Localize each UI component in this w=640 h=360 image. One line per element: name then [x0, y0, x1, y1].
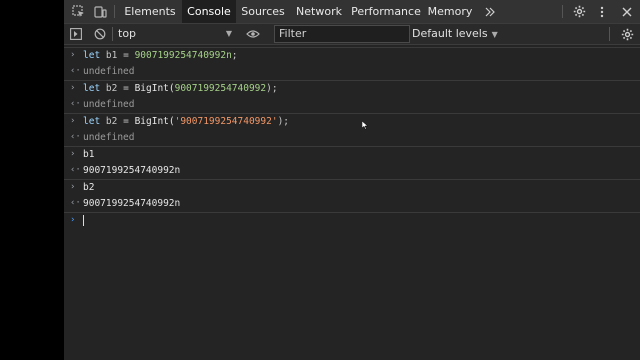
live-expression-eye-icon[interactable] [244, 24, 262, 44]
console-output-text: 9007199254740992n [83, 198, 181, 209]
chevron-double-right-icon[interactable] [482, 0, 498, 23]
string-literal: '9007199254740992' [174, 116, 278, 127]
return-arrow-icon: ‹· [70, 132, 81, 142]
log-levels-dropdown[interactable]: Default levels ▼ [412, 26, 498, 42]
toolbar-divider-right [609, 27, 610, 41]
punctuation: ; [231, 50, 238, 61]
chevron-right-icon: › [70, 149, 76, 159]
console-prompt-row[interactable]: › [64, 212, 640, 229]
tab-console[interactable]: Console [182, 0, 236, 23]
filter-input[interactable]: Filter [274, 25, 410, 43]
tabbar-divider [114, 5, 115, 18]
punctuation: ); [277, 116, 290, 127]
keyword: let [83, 83, 101, 94]
punctuation: ); [266, 83, 278, 94]
log-levels-label: Default levels [412, 27, 488, 40]
kebab-menu-icon[interactable] [594, 0, 610, 23]
keyword: let [83, 50, 101, 61]
toolbar-divider [112, 27, 113, 41]
operator: = [123, 116, 129, 127]
device-toolbar-icon[interactable] [90, 0, 110, 23]
console-input-text[interactable]: b1 [83, 148, 94, 162]
console-input-row: › let b1 = 9007199254740992n; [64, 47, 640, 64]
mouse-cursor-icon [362, 121, 368, 130]
variable: b2 [105, 83, 118, 94]
console-settings-gear-icon[interactable] [618, 24, 636, 44]
console-input-text[interactable]: b2 [83, 181, 94, 195]
console-output-row: ‹· 9007199254740992n [64, 163, 640, 179]
console-output-row: ‹· undefined [64, 64, 640, 80]
console-input-text[interactable]: let b2 = BigInt('9007199254740992'); [83, 115, 289, 129]
context-selector[interactable]: top ▼ [118, 26, 234, 42]
tab-network[interactable]: Network [292, 0, 346, 23]
console-input-text[interactable]: let b1 = 9007199254740992n; [83, 49, 238, 63]
number-literal: 9007199254740992 [174, 83, 267, 94]
return-arrow-icon: ‹· [70, 165, 81, 175]
console-input-row: › let b2 = BigInt('9007199254740992'); [64, 113, 640, 130]
dropdown-triangle-icon: ▼ [225, 29, 232, 38]
console-input-row: › b2 [64, 179, 640, 196]
variable: b2 [105, 116, 118, 127]
variable: b1 [105, 50, 118, 61]
settings-gear-icon[interactable] [570, 0, 588, 23]
sidebar-toggle-icon[interactable] [68, 24, 84, 44]
return-arrow-icon: ‹· [70, 99, 81, 109]
console-output-text: undefined [83, 99, 135, 110]
tab-elements[interactable]: Elements [120, 0, 180, 23]
chevron-right-icon: › [70, 116, 76, 126]
text-caret [83, 215, 84, 226]
devtools-tab-bar: Elements Console Sources Network Perform… [64, 0, 640, 24]
tab-performance[interactable]: Performance [351, 0, 421, 23]
tabbar-divider-right [562, 5, 563, 18]
function-call: BigInt( [134, 83, 175, 94]
console-output[interactable]: › let b1 = 9007199254740992n; ‹· undefin… [64, 45, 640, 360]
prompt-chevron-icon: › [70, 215, 76, 225]
bigint-literal: 9007199254740992n [134, 50, 232, 61]
console-input-text[interactable]: let b2 = BigInt(9007199254740992); [83, 82, 278, 96]
chevron-right-icon: › [70, 50, 76, 60]
operator: = [123, 83, 129, 94]
function-call: BigInt( [134, 116, 175, 127]
console-output-text: undefined [83, 132, 135, 143]
close-icon[interactable] [618, 0, 636, 23]
console-input-row: › b1 [64, 146, 640, 163]
console-input-row: › let b2 = BigInt(9007199254740992); [64, 80, 640, 97]
context-selector-value: top [118, 27, 137, 40]
inspect-element-icon[interactable] [68, 0, 88, 23]
chevron-right-icon: › [70, 182, 76, 192]
console-output-row: ‹· undefined [64, 97, 640, 113]
return-arrow-icon: ‹· [70, 66, 81, 76]
console-output-text: undefined [83, 66, 135, 77]
console-toolbar: top ▼ Filter Default levels ▼ [64, 24, 640, 45]
console-output-row: ‹· 9007199254740992n [64, 196, 640, 212]
operator: = [123, 50, 129, 61]
console-output-text: 9007199254740992n [83, 165, 181, 176]
return-arrow-icon: ‹· [70, 198, 81, 208]
chevron-right-icon: › [70, 83, 76, 93]
console-output-row: ‹· undefined [64, 130, 640, 146]
devtools-panel: Elements Console Sources Network Perform… [64, 0, 640, 360]
tab-memory[interactable]: Memory [426, 0, 474, 23]
keyword: let [83, 116, 101, 127]
clear-console-icon[interactable] [92, 24, 108, 44]
tab-sources[interactable]: Sources [238, 0, 288, 23]
dropdown-triangle-icon: ▼ [491, 30, 498, 39]
